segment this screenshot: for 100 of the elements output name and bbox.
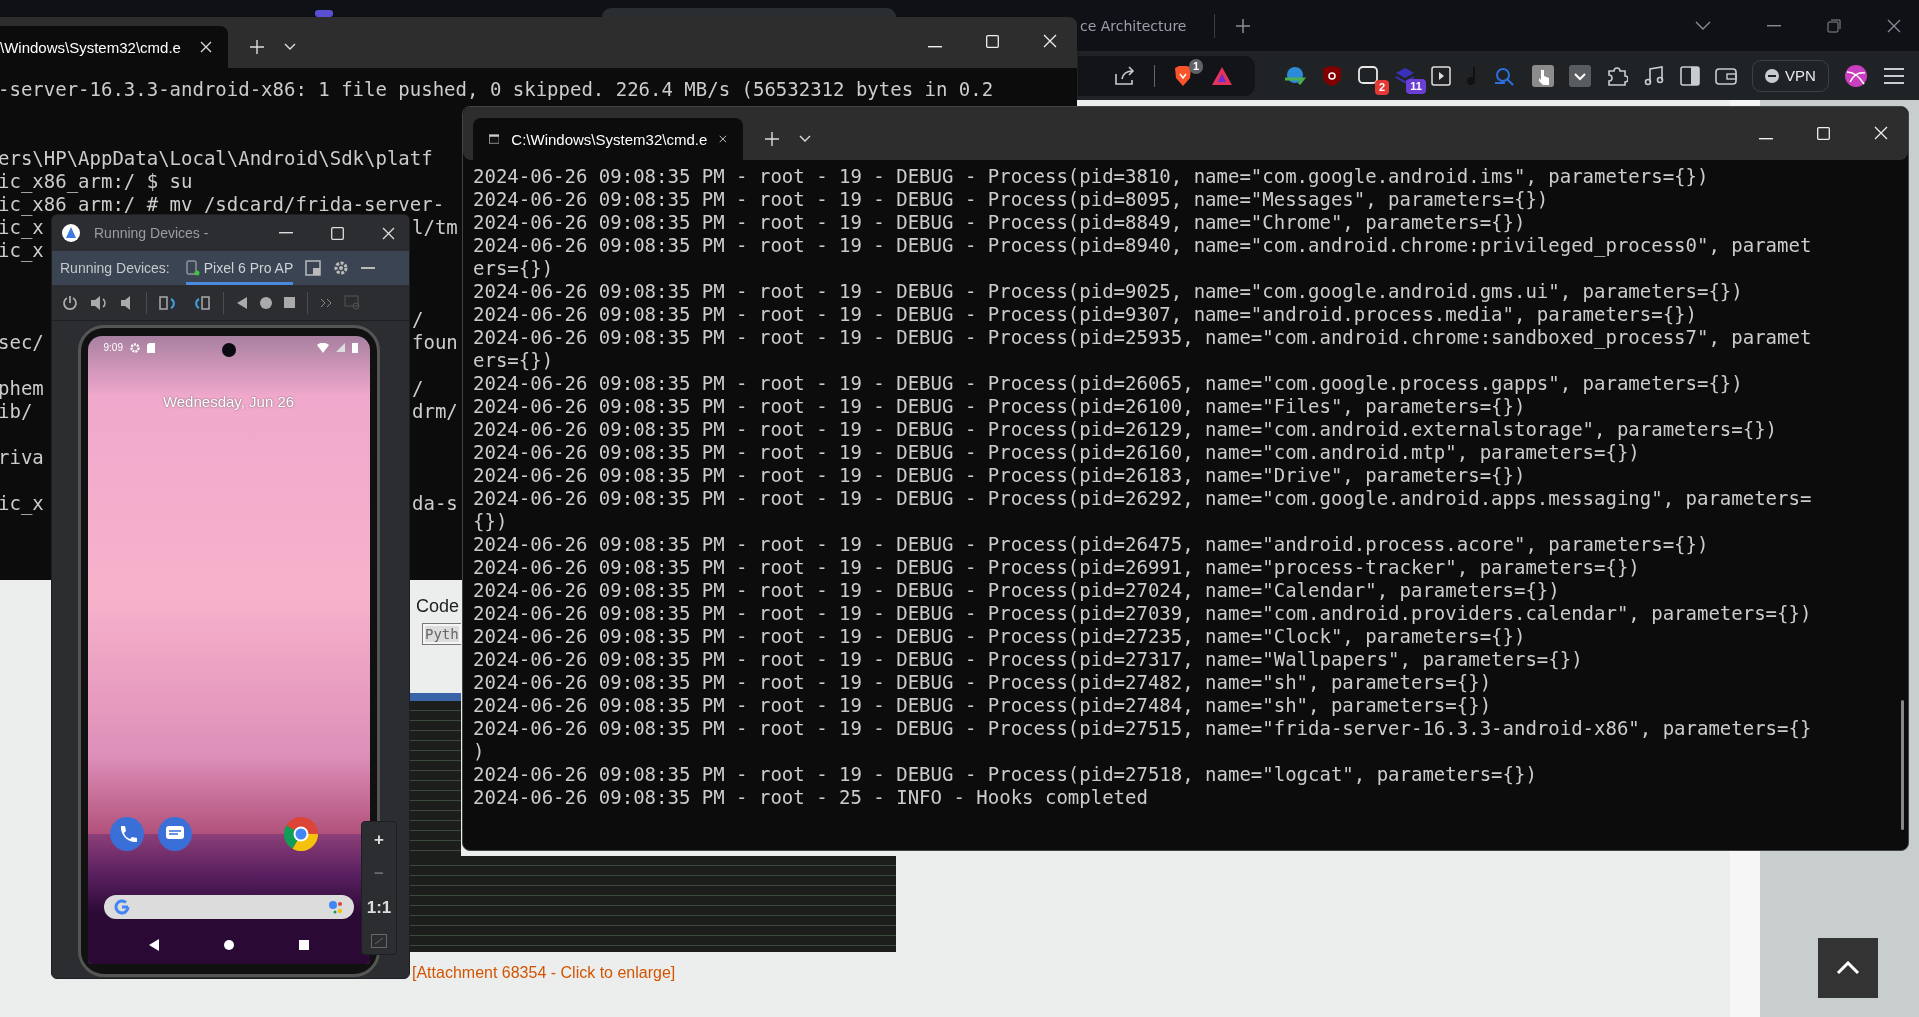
zoom-button[interactable]: + — [370, 828, 388, 852]
volume-up-icon[interactable] — [90, 294, 108, 311]
wallet-icon[interactable] — [1715, 65, 1737, 86]
minimize-icon[interactable] — [928, 46, 942, 48]
attachment-image-edge[interactable] — [410, 693, 461, 856]
more-icon[interactable] — [320, 297, 332, 308]
status-time: 9:09 — [103, 342, 123, 353]
terminal-line: ib/ — [0, 400, 33, 423]
phone-app-icon[interactable] — [109, 817, 144, 851]
close-icon[interactable] — [1887, 18, 1901, 33]
terminal-line: 2024-06-26 09:08:35 PM - root - 19 - DEBUG - Process(pid=8849, name="Chrome", parameters={}) — [473, 211, 1527, 234]
maximize-icon[interactable] — [331, 226, 344, 240]
overview-icon[interactable] — [298, 940, 309, 950]
terminal-line: / — [412, 377, 424, 400]
device-tab[interactable]: Pixel 6 Pro AP — [185, 251, 294, 285]
terminal-line: 2024-06-26 09:08:35 PM - root - 19 - DEBUG - Process(pid=8940, name="com.android.chrome:privileged_process0", paramet — [473, 234, 1813, 257]
terminal-line: 2024-06-26 09:08:35 PM - root - 19 - DEBUG - Process(pid=27317, name="Wallpapers", parameters={}) — [473, 648, 1584, 671]
terminal-line: l/tm — [412, 216, 458, 239]
g-logo-icon — [113, 899, 130, 915]
terminal-line: ers\HP\AppData\Local\Android\Sdk\platf — [0, 147, 433, 170]
signal-icon — [335, 343, 345, 352]
new-tab-icon[interactable] — [1235, 17, 1252, 34]
terminal-line: drm/ — [412, 400, 458, 423]
notification-badge: 2 — [1374, 79, 1389, 95]
minimize-icon[interactable] — [1759, 138, 1773, 140]
hand-icon[interactable] — [1532, 64, 1554, 87]
home-icon[interactable] — [223, 940, 234, 950]
terminal-line: -server-16.3.3-android-x86: 1 file pushed, 0 skipped. 226.4 MB/s (56532312 bytes in 0.2 — [0, 78, 994, 101]
chevron-up-icon — [1835, 961, 1860, 975]
screen-icon[interactable] — [1357, 64, 1379, 87]
scroll-to-top-button[interactable] — [1817, 938, 1878, 998]
terminal-line: 2024-06-26 09:08:35 PM - root - 19 - DEBUG - Process(pid=27482, name="sh", parameters={}) — [473, 671, 1493, 694]
menu-icon[interactable] — [1882, 66, 1905, 85]
camera-icon — [221, 343, 236, 357]
back-icon[interactable] — [148, 939, 159, 951]
terminal-line: phem — [0, 377, 44, 400]
play-icon[interactable] — [1431, 65, 1451, 86]
terminal-line: 2024-06-26 09:08:35 PM - root - 19 - DEBUG - Process(pid=26183, name="Drive", parameters={}) — [473, 464, 1527, 487]
terminal-line: 2024-06-26 09:08:35 PM - root - 19 - DEBUG - Process(pid=27024, name="Calendar", parameters={}) — [473, 579, 1561, 602]
terminal-line: {}) — [473, 510, 509, 533]
maximize-icon[interactable] — [986, 35, 999, 48]
terminal-line: ic_x86_arm:/ # mv /sdcard/frida-server- — [0, 193, 445, 216]
device-icon — [185, 260, 200, 276]
browser-tab[interactable]: ce Architecture — [1080, 13, 1216, 38]
minimize-icon[interactable] — [361, 267, 376, 269]
notification-badge: 11 — [1406, 78, 1426, 94]
profile-avatar-icon[interactable] — [1843, 63, 1868, 88]
address-bar[interactable]: 1 — [1078, 55, 1255, 96]
terminal-line: 2024-06-26 09:08:35 PM - root - 19 - DEBUG - Process(pid=27484, name="sh", parameters={}) — [473, 694, 1493, 717]
sidebar-icon[interactable] — [1680, 65, 1700, 86]
terminal-line: 2024-06-26 09:08:35 PM - root - 19 - DEBUG - Process(pid=26475, name="android.process.acore", parameters={}) — [473, 533, 1710, 556]
language-select[interactable]: Pyth — [422, 623, 461, 645]
chevron-down-icon[interactable] — [1695, 20, 1711, 31]
terminal-line: ers={}) — [473, 349, 555, 372]
terminal-line: ic_x — [0, 216, 44, 239]
settings-icon[interactable] — [333, 260, 350, 276]
terminal-line: ic_x — [0, 239, 44, 262]
terminal-line: 2024-06-26 09:08:35 PM - root - 19 - DEBUG - Process(pid=25935, name="com.android.chrome:sandboxed_process7", paramet — [473, 326, 1813, 349]
back-icon[interactable] — [236, 295, 248, 310]
terminal-line: 2024-06-26 09:08:35 PM - root - 19 - DEBUG - Process(pid=27515, name="frida-server-16.3.3-android-x86", parameters={} — [473, 717, 1813, 740]
triangle-icon[interactable] — [1211, 65, 1233, 86]
lock-date: Wednesday, Jun 26 — [162, 393, 295, 410]
terminal-line: 2024-06-26 09:08:35 PM - root - 19 - DEBUG - Process(pid=26160, name="com.android.mtp", parameters={}) — [473, 441, 1641, 464]
sd-card-icon — [146, 342, 155, 353]
terminal-tab[interactable]: \Windows\System32\cmd.e — [0, 26, 228, 68]
music-icon[interactable] — [1643, 64, 1665, 87]
terminal-line: ic_x — [0, 492, 44, 515]
puzzle-icon[interactable] — [1606, 64, 1628, 87]
terminal-line: 2024-06-26 09:08:35 PM - root - 19 - DEBUG - Process(pid=27518, name="logcat", parameters={}) — [473, 763, 1538, 786]
home-icon[interactable] — [260, 296, 272, 309]
minimize-icon[interactable] — [1767, 24, 1781, 27]
power-icon[interactable] — [62, 294, 78, 311]
maximize-icon[interactable] — [1817, 127, 1830, 140]
vpn-button[interactable]: VPN — [1752, 59, 1829, 92]
terminal-line: 2024-06-26 09:08:35 PM - root - 19 - DEBUG - Process(pid=9025, name="com.google.android.gms.ui", parameters={}) — [473, 280, 1744, 303]
gear-icon — [129, 342, 140, 353]
share-icon[interactable] — [1114, 65, 1136, 86]
assistant-dots-icon[interactable] — [327, 900, 344, 914]
panel-label: Running Devices: — [60, 260, 170, 276]
restore-icon[interactable] — [1827, 18, 1841, 33]
terminal-tab[interactable]: C:\Windows\System32\cmd.e — [473, 118, 743, 160]
terminal-line: 2024-06-26 09:08:35 PM - root - 19 - DEBUG - Process(pid=26991, name="process-tracker", parameters={}) — [473, 556, 1641, 579]
attachment-link[interactable]: [Attachment 68354 - Click to enlarge] — [412, 964, 676, 982]
search-bar[interactable] — [103, 895, 354, 919]
close-icon[interactable] — [719, 133, 727, 145]
shield-icon[interactable] — [1322, 64, 1342, 87]
scrollbar-thumb[interactable] — [1901, 700, 1904, 830]
terminal-line: 2024-06-26 09:08:35 PM - root - 19 - DEBUG - Process(pid=27235, name="Clock", parameters={}) — [473, 625, 1527, 648]
messages-app-icon[interactable] — [157, 817, 192, 851]
terminal-line: 2024-06-26 09:08:35 PM - root - 19 - DEBUG - Process(pid=9307, name="android.process.media", parameters={}) — [473, 303, 1698, 326]
terminal-line: 2024-06-26 09:08:35 PM - root - 19 - DEBUG - Process(pid=26100, name="Files", parameters={}) — [473, 395, 1527, 418]
layout-icon[interactable] — [305, 260, 322, 276]
globe-arrow-icon[interactable] — [1283, 64, 1307, 87]
terminal-line: 2024-06-26 09:08:35 PM - root - 19 - DEBUG - Process(pid=8095, name="Messages", parameters={}) — [473, 188, 1550, 211]
wifi-icon — [316, 342, 329, 353]
minimize-icon[interactable] — [279, 232, 293, 234]
lion-shield-icon[interactable] — [1173, 64, 1193, 87]
fit-screen-icon[interactable] — [371, 934, 387, 948]
dropdown-icon[interactable] — [1569, 64, 1591, 87]
browser-app-icon[interactable] — [283, 817, 318, 851]
